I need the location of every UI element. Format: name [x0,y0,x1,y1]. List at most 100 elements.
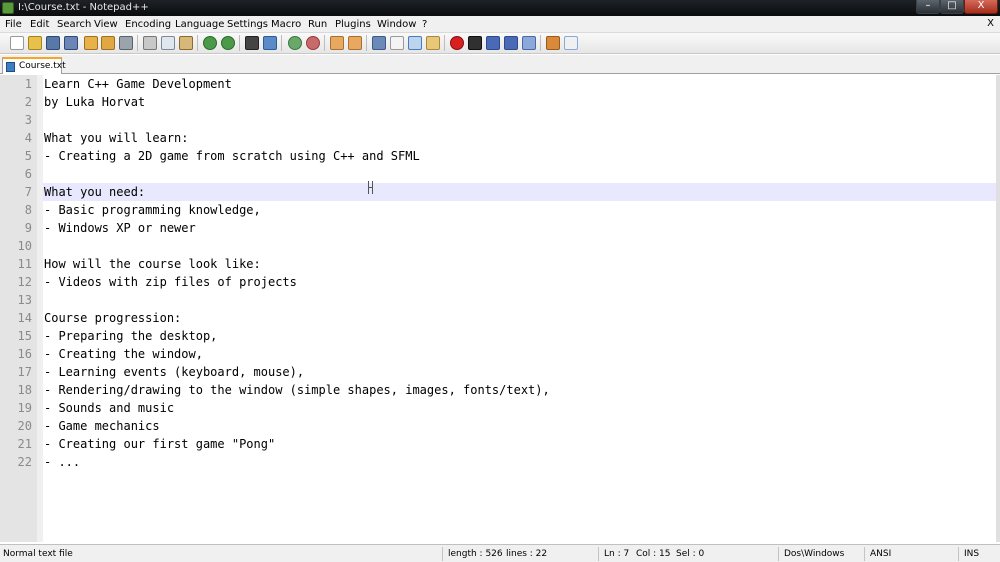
code-line[interactable]: - Creating a 2D game from scratch using … [44,147,420,165]
launch-browser-icon[interactable] [546,36,560,50]
code-line[interactable]: - ... [44,453,80,471]
status-selection: Sel : 0 [676,549,705,559]
toolbar-separator [239,35,240,51]
code-line[interactable]: - Creating the window, [44,345,203,363]
undo-icon[interactable] [203,36,217,50]
folder-as-workspace-icon[interactable] [426,36,440,50]
menu-view[interactable]: View [94,18,118,31]
play-macro-icon[interactable] [486,36,500,50]
menu-macro[interactable]: Macro [271,18,301,31]
code-line[interactable]: - Windows XP or newer [44,219,196,237]
code-line[interactable]: - Videos with zip files of projects [44,273,297,291]
zoom-in-icon[interactable] [288,36,302,50]
word-wrap-icon[interactable] [372,36,386,50]
find-icon[interactable] [245,36,259,50]
title-bar: I:\Course.txt - Notepad++ – □ X [0,0,1000,16]
window-title: I:\Course.txt - Notepad++ [18,2,149,13]
code-line[interactable]: Learn C++ Game Development [44,75,232,93]
menu-plugins[interactable]: Plugins [335,18,371,31]
code-line[interactable]: - Game mechanics [44,417,160,435]
menu-search[interactable]: Search [57,18,91,31]
status-bar: Normal text file length : 526 lines : 22… [0,544,1000,562]
line-number: 5 [24,149,32,163]
status-separator [778,547,779,561]
menu-window[interactable]: Window [377,18,416,31]
show-all-chars-icon[interactable] [390,36,404,50]
code-line[interactable]: What you need: [44,183,145,201]
menu-settings[interactable]: Settings [227,18,268,31]
menu-language[interactable]: Language [175,18,224,31]
copy-icon[interactable] [161,36,175,50]
fold-margin[interactable] [37,75,43,542]
menu-file[interactable]: File [5,18,22,31]
line-number: 21 [17,437,32,451]
line-number: 10 [17,239,32,253]
current-line-highlight [43,183,996,201]
line-number: 1 [24,77,32,91]
menu-bar: File Edit Search View Encoding Language … [0,16,1000,33]
code-line[interactable]: What you will learn: [44,129,189,147]
line-number: 22 [17,455,32,469]
vertical-scrollbar[interactable] [996,75,1000,542]
new-file-icon[interactable] [10,36,24,50]
toolbar [0,33,1000,54]
save-icon[interactable] [46,36,60,50]
status-file-type: Normal text file [3,549,73,559]
status-separator [864,547,865,561]
line-number: 14 [17,311,32,325]
code-line[interactable]: - Basic programming knowledge, [44,201,261,219]
close-document-button[interactable]: X [987,18,994,29]
save-macro-icon[interactable] [522,36,536,50]
record-macro-icon[interactable] [450,36,464,50]
menu-run[interactable]: Run [308,18,327,31]
code-line[interactable]: - Preparing the desktop, [44,327,217,345]
code-line[interactable]: - Sounds and music [44,399,174,417]
redo-icon[interactable] [221,36,235,50]
status-length: length : 526 [448,549,503,559]
code-line[interactable]: - Learning events (keyboard, mouse), [44,363,304,381]
minimize-button[interactable]: – [916,0,940,14]
tab-bar: Course.txt [0,55,1000,74]
stop-macro-icon[interactable] [468,36,482,50]
paste-icon[interactable] [179,36,193,50]
tab-label: Course.txt [19,61,66,71]
menu-encoding[interactable]: Encoding [125,18,171,31]
status-insert-mode[interactable]: INS [964,548,979,560]
menu-edit[interactable]: Edit [30,18,49,31]
open-file-icon[interactable] [28,36,42,50]
text-editor[interactable]: 1 2 3 4 5 6 7 8 9 10 11 12 13 14 15 16 1… [0,75,996,542]
status-separator [958,547,959,561]
save-all-icon[interactable] [64,36,78,50]
code-line[interactable]: Course progression: [44,309,181,327]
status-eol-format[interactable]: Dos\Windows [784,548,844,560]
sync-horizontal-icon[interactable] [348,36,362,50]
zoom-out-icon[interactable] [306,36,320,50]
code-line[interactable]: - Creating our first game "Pong" [44,435,275,453]
replace-icon[interactable] [263,36,277,50]
tab-course-txt[interactable]: Course.txt [2,57,66,74]
spellcheck-icon[interactable] [564,36,578,50]
toolbar-separator [366,35,367,51]
status-encoding[interactable]: ANSI [870,548,891,560]
close-window-button[interactable]: X [964,0,998,14]
line-number: 7 [24,185,32,199]
cut-icon[interactable] [143,36,157,50]
run-macro-multiple-icon[interactable] [504,36,518,50]
toolbar-separator [444,35,445,51]
close-icon[interactable] [84,36,98,50]
maximize-button[interactable]: □ [940,0,964,14]
indent-guide-icon[interactable] [408,36,422,50]
close-all-icon[interactable] [101,36,115,50]
status-column: Col : 15 [636,549,671,559]
sync-vertical-icon[interactable] [330,36,344,50]
line-number: 16 [17,347,32,361]
line-number: 6 [24,167,32,181]
code-line[interactable]: by Luka Horvat [44,93,145,111]
line-number: 15 [17,329,32,343]
code-line[interactable]: - Rendering/drawing to the window (simpl… [44,381,550,399]
code-line[interactable]: How will the course look like: [44,255,261,273]
saved-file-icon [6,62,15,72]
menu-help[interactable]: ? [422,18,427,31]
notepadpp-app-icon[interactable] [2,2,14,14]
print-icon[interactable] [119,36,133,50]
